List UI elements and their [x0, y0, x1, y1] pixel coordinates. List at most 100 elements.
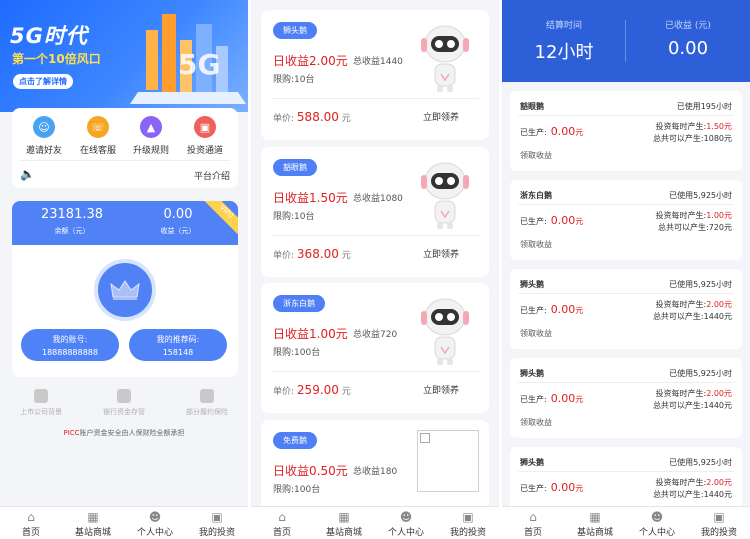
tab-home[interactable]: ⌂ 首页 — [502, 510, 564, 539]
total-yield: 总共可以产生:1440元 — [653, 489, 732, 500]
picc-text: 账户资金安全由人保财险全额承担 — [79, 429, 185, 437]
hourly-value: 1.50元 — [706, 122, 732, 131]
hourly-yield: 投资每时产生:2.00元 — [655, 388, 732, 399]
tab-label: 基站商城 — [74, 528, 111, 538]
adopt-button[interactable]: 立即领养 — [423, 110, 459, 123]
produced-label: 已生产: — [520, 128, 547, 137]
collect-earnings-button[interactable]: 领取收益 — [520, 328, 552, 339]
price-unit: 元 — [341, 387, 351, 397]
total-yield: 总共可以产生:1440元 — [653, 311, 732, 322]
promo-banner[interactable]: 5G 5G时代 第一个10倍风口 点击了解详情 — [0, 0, 248, 112]
produced: 已生产: 0.00元 — [520, 392, 583, 405]
total-label: 总共可以产生: — [652, 312, 704, 321]
hourly-label: 投资每时产生: — [655, 300, 707, 309]
menu-item-service[interactable]: ☏ 在线客服 — [70, 116, 126, 156]
daily-income: 日收益1.50元 — [273, 191, 348, 205]
total-value: 1440元 — [703, 401, 732, 410]
investment-icon: ▣ — [462, 510, 474, 524]
tab-shop[interactable]: ▦ 基站商城 — [62, 511, 124, 539]
divider — [518, 293, 734, 294]
collect-earnings-button[interactable]: 领取收益 — [520, 150, 552, 161]
investment-name: 豁眼鹅 — [520, 102, 544, 111]
purchase-limit: 限购:10台 — [273, 212, 315, 222]
shop-screen: 狮头鹅 日收益2.00元 总收益1440 限购:10台 单价: 588.00 元… — [251, 0, 499, 539]
shield-icon — [34, 389, 48, 403]
feature-label: 银行资金存管 — [103, 408, 145, 416]
divider — [518, 382, 734, 383]
tab-label: 我的投资 — [700, 528, 737, 538]
menu-label: 升级规则 — [132, 146, 169, 156]
tab-profile[interactable]: ☻ 个人中心 — [626, 511, 688, 539]
income-label: 收益（元） — [160, 227, 196, 235]
hourly-label: 投资每时产生: — [655, 211, 707, 220]
menu-label: 邀请好友 — [25, 146, 62, 156]
balance-value: 23181.38 — [40, 207, 104, 222]
produced: 已生产: 0.00元 — [520, 303, 583, 316]
tab-label: 我的投资 — [198, 528, 235, 538]
tab-profile[interactable]: ☻ 个人中心 — [375, 511, 437, 539]
product-tag: 狮头鹅 — [273, 22, 317, 39]
insurance-icon — [200, 389, 214, 403]
total-value: 1440元 — [703, 490, 732, 499]
divider — [518, 204, 734, 205]
menu-item-invite[interactable]: ☺ 邀请好友 — [16, 116, 72, 156]
home-screen: 5G 5G时代 第一个10倍风口 点击了解详情 ☺ 邀请好友 ☏ 在线客服 ▲ … — [0, 0, 248, 539]
my-account-button[interactable]: 我的账号: 18888888888 — [21, 329, 119, 361]
menu-item-upgrade[interactable]: ▲ 升级规则 — [123, 116, 179, 156]
produced-value: 0.00 — [550, 303, 576, 316]
product-tag: 浙东白鹅 — [273, 295, 325, 312]
menu-item-invest[interactable]: ▣ 投资通道 — [177, 116, 233, 156]
produced: 已生产: 0.00元 — [520, 125, 583, 138]
produced-value: 0.00 — [550, 481, 576, 494]
tab-shop[interactable]: ▦ 基站商城 — [313, 511, 375, 539]
city-illustration: 5G — [130, 14, 246, 104]
divider — [271, 98, 479, 99]
investment-card: 浙东白鹅 已使用5,925小时 已生产: 0.00元 投资每时产生:1.00元 总… — [510, 180, 742, 260]
total-yield: 总共可以产生:1440元 — [653, 400, 732, 411]
earnings-summary: 结算时间 12小时 已收益 (元) 0.00 — [502, 0, 750, 82]
banner-details-button[interactable]: 点击了解详情 — [13, 74, 73, 89]
tab-profile[interactable]: ☻ 个人中心 — [124, 511, 186, 539]
balance-label: 余额（元） — [54, 227, 90, 235]
produced-unit: 元 — [575, 306, 584, 315]
daily-income: 日收益2.00元 — [273, 54, 348, 68]
adopt-button[interactable]: 立即领养 — [423, 383, 459, 396]
broken-image — [417, 430, 479, 492]
purchase-limit: 限购:100台 — [273, 348, 321, 358]
earned-value: 0.00 — [667, 38, 709, 59]
investment-card: 豁眼鹅 已使用195小时 已生产: 0.00元 投资每时产生:1.50元 总共可以… — [510, 91, 742, 171]
produced-label: 已生产: — [520, 217, 547, 226]
tab-investments[interactable]: ▣ 我的投资 — [437, 510, 499, 539]
tab-label: 基站商城 — [325, 528, 362, 538]
investment-icon: ▣ — [713, 510, 725, 524]
avatar[interactable] — [94, 259, 156, 321]
investment-name: 狮头鹅 — [520, 458, 544, 467]
hourly-label: 投资每时产生: — [655, 478, 707, 487]
total-income: 总收益1080 — [353, 194, 403, 204]
tab-bar: ⌂ 首页 ▦ 基站商城 ☻ 个人中心 ▣ 我的投资 — [0, 506, 248, 539]
tab-label: 首页 — [21, 528, 40, 538]
referral-label: 我的推荐码: — [156, 335, 200, 344]
price-unit: 元 — [341, 251, 351, 261]
total-yield: 总共可以产生:1080元 — [653, 133, 732, 144]
home-icon: ⌂ — [27, 510, 35, 524]
tab-investments[interactable]: ▣ 我的投资 — [688, 510, 750, 539]
tab-investments[interactable]: ▣ 我的投资 — [186, 511, 248, 539]
unit-price: 单价: 259.00 元 — [273, 383, 351, 397]
platform-intro-link[interactable]: 平台介绍 — [194, 169, 230, 182]
adopt-button[interactable]: 立即领养 — [423, 247, 459, 260]
total-value: 1440元 — [703, 312, 732, 321]
shop-icon: ▦ — [589, 510, 601, 524]
hourly-value: 2.00元 — [706, 300, 732, 309]
total-income: 总收益720 — [353, 330, 398, 340]
tab-home[interactable]: ⌂ 首页 — [251, 511, 313, 539]
produced-value: 0.00 — [550, 392, 576, 405]
tab-shop[interactable]: ▦ 基站商城 — [564, 510, 626, 539]
home-icon: ⌂ — [529, 510, 537, 524]
collect-earnings-button[interactable]: 领取收益 — [520, 417, 552, 428]
tab-home[interactable]: ⌂ 首页 — [0, 510, 62, 539]
collect-earnings-button[interactable]: 领取收益 — [520, 239, 552, 250]
referral-code-button[interactable]: 我的推荐码: 158148 — [129, 329, 227, 361]
referral-value: 158148 — [162, 348, 194, 357]
tab-bar: ⌂ 首页 ▦ 基站商城 ☻ 个人中心 ▣ 我的投资 — [251, 506, 499, 539]
